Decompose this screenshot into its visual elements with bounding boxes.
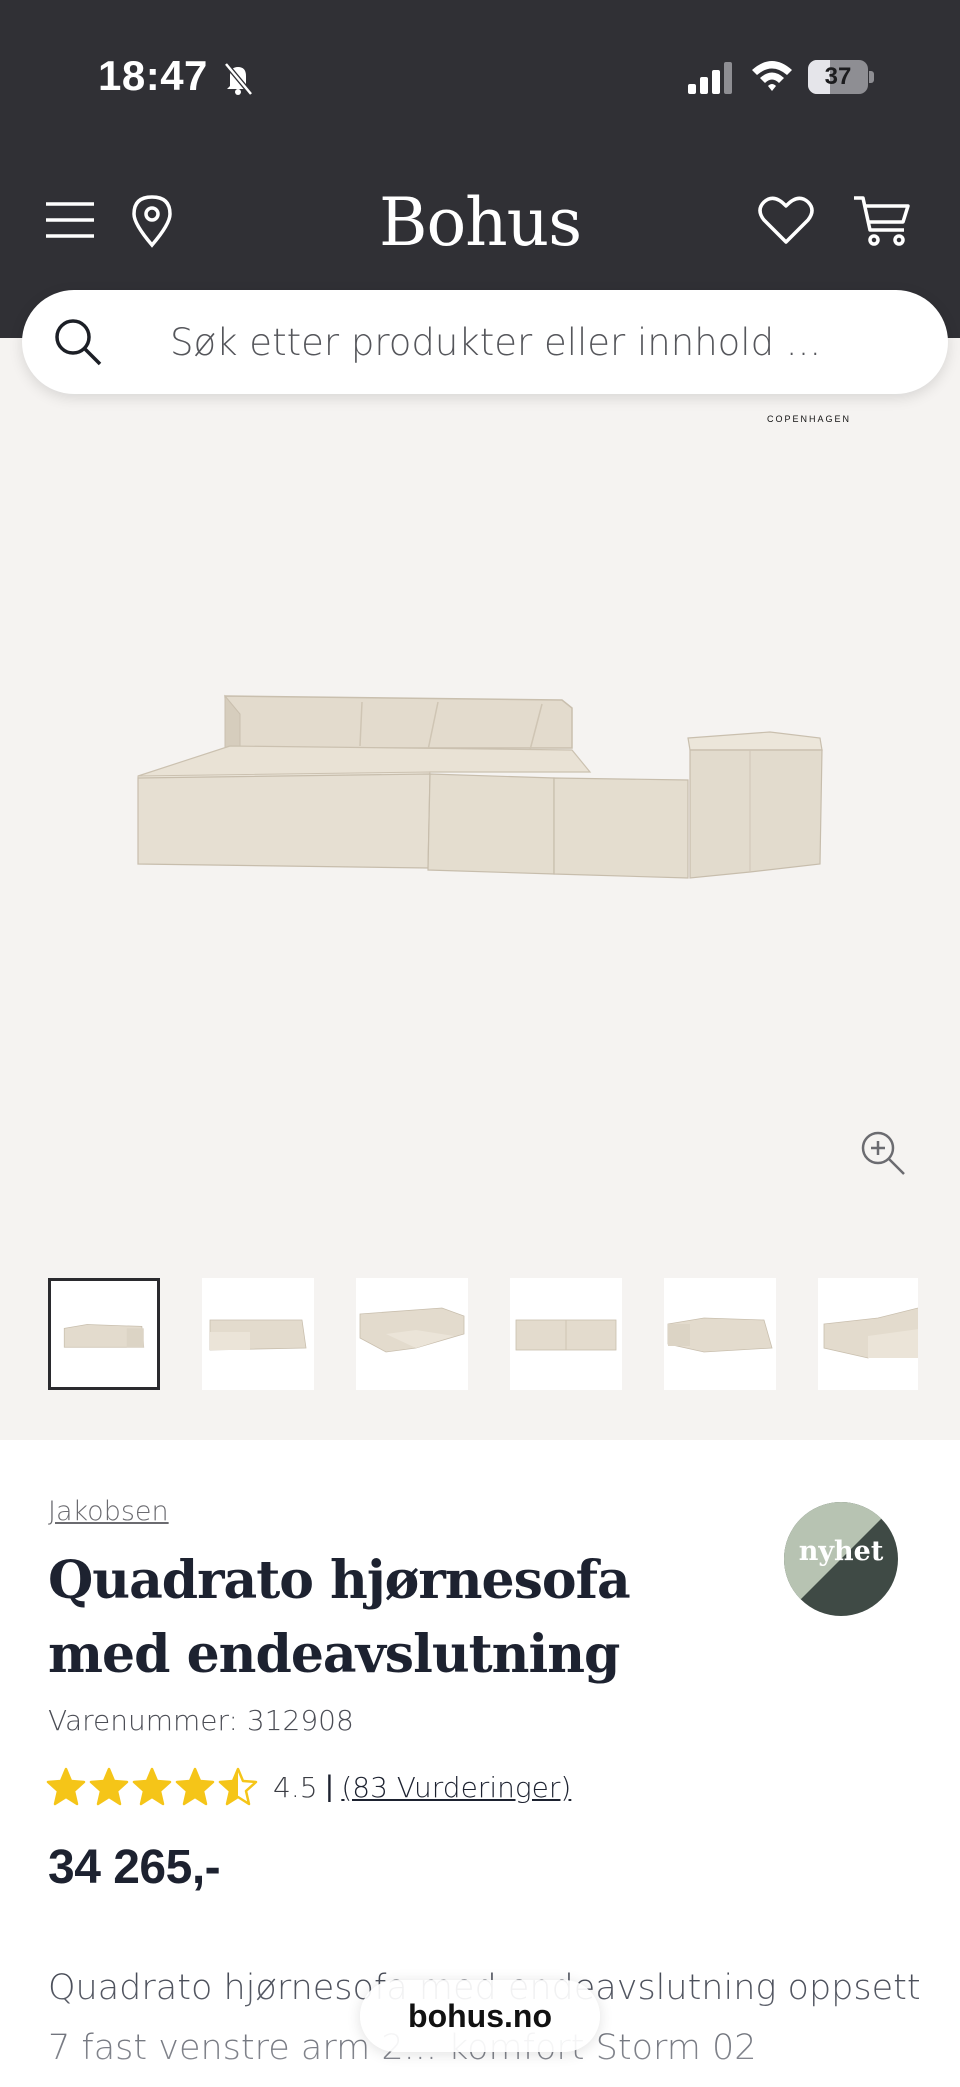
battery-percent: 37 [824,63,852,90]
search-input[interactable] [170,308,910,376]
cellular-signal-icon [688,62,732,94]
cart-icon[interactable] [852,194,912,248]
product-rating[interactable]: 4.5 | (83 Vurderinger) [46,1762,571,1812]
status-bar: 18:47 37 [0,0,960,150]
thumbnail[interactable] [356,1278,468,1390]
star-full-icon [175,1767,215,1806]
brand-wordmark-subtext: COPENHAGEN [766,414,851,424]
heart-icon[interactable] [758,194,814,246]
thumbnail[interactable] [202,1278,314,1390]
thumbnail[interactable] [48,1278,160,1390]
rating-count-link[interactable]: (83 Vurderinger) [341,1771,571,1804]
zoom-in-icon[interactable] [858,1128,908,1178]
product-title: Quadrato hjørnesofa med endeavslutning [48,1550,631,1685]
rating-separator: | [325,1770,334,1803]
product-gallery: JAKOBSEN COPENHAGEN [0,338,960,1440]
new-badge-text: nyhet [798,1536,884,1567]
new-badge: nyhet [784,1502,898,1616]
brand-link[interactable]: Jakobsen [48,1496,169,1527]
search-icon[interactable] [52,316,104,368]
location-pin-icon[interactable] [128,194,176,248]
product-sku: Varenummer: 312908 [48,1704,354,1737]
thumbnail-strip [48,1278,918,1392]
battery-indicator: 37 [808,60,874,94]
silent-bell-icon [224,62,253,96]
status-time: 18:47 [98,52,208,99]
thumbnail[interactable] [664,1278,776,1390]
rating-stars [46,1767,261,1807]
bohus-logo[interactable]: Bohus [330,184,630,261]
star-full-icon [46,1767,86,1806]
menu-icon[interactable] [44,198,96,242]
rating-value: 4.5 [273,1770,318,1804]
top-navigation: Bohus [0,180,960,261]
product-price: 34 265,- [48,1841,221,1894]
search-bar[interactable] [22,290,948,394]
thumbnail[interactable] [510,1278,622,1390]
star-full-icon [89,1767,129,1806]
star-half-icon [218,1767,258,1806]
product-main-image[interactable] [130,688,830,928]
star-full-icon [132,1767,172,1806]
wifi-icon [752,61,792,91]
app-header: 18:47 37 Bohus [0,0,960,338]
thumbnail[interactable] [818,1278,918,1390]
browser-domain-pill[interactable]: bohus.no [360,1980,600,2052]
